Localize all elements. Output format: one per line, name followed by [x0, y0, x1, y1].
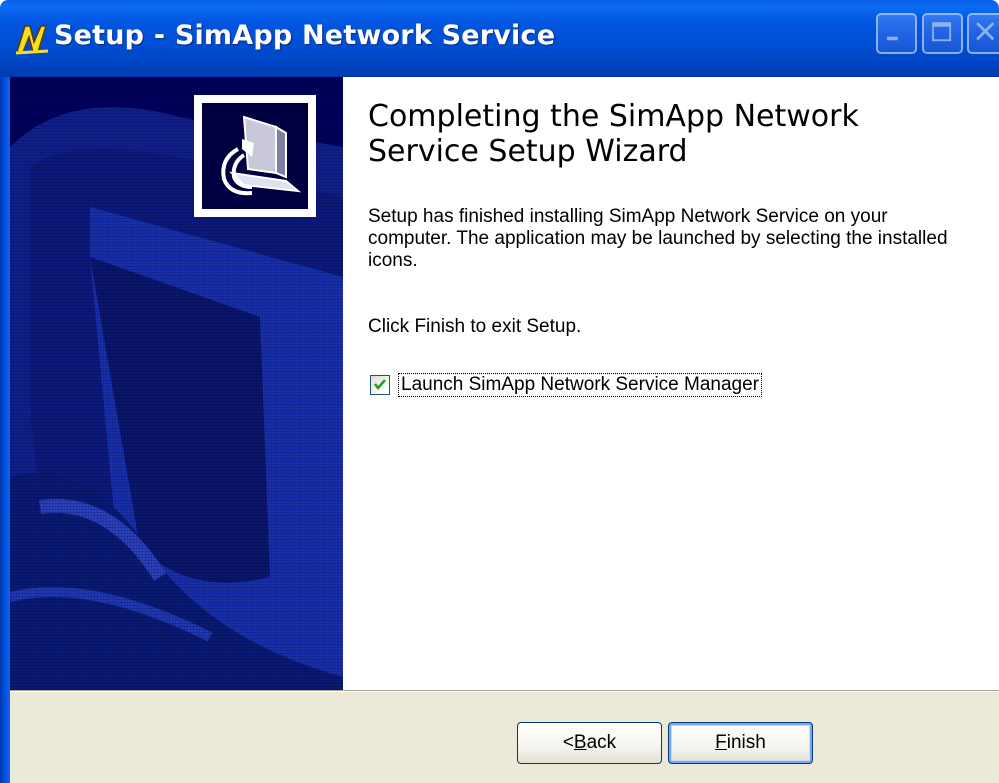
finish-button-mnemonic: F — [715, 732, 727, 753]
launch-manager-checkbox[interactable] — [370, 375, 390, 395]
wizard-content: Completing the SimApp Network Service Se… — [343, 77, 999, 690]
back-button[interactable]: < Back — [517, 722, 662, 764]
button-bar: < Back Finish — [10, 692, 999, 783]
window-title: Setup - SimApp Network Service — [54, 20, 556, 51]
back-button-mnemonic: B — [573, 732, 587, 753]
page-title-line-1: Completing the SimApp Network — [368, 99, 859, 134]
back-button-prefix: < — [562, 732, 574, 753]
setup-computer-icon — [194, 95, 316, 217]
close-icon — [976, 22, 995, 41]
page-title-line-2: Service Setup Wizard — [368, 134, 688, 169]
title-bar[interactable]: Setup - SimApp Network Service — [0, 0, 999, 77]
finish-button[interactable]: Finish — [668, 722, 813, 764]
minimize-button[interactable] — [876, 13, 917, 54]
minimize-icon — [887, 36, 898, 41]
finish-button-rest: inish — [726, 732, 766, 753]
app-logo-icon — [15, 25, 49, 55]
page-title: Completing the SimApp Network Service Se… — [368, 99, 978, 169]
maximize-icon — [932, 22, 952, 42]
launch-manager-option[interactable]: Launch SimApp Network Service Manager — [370, 372, 763, 398]
finished-message: Setup has finished installing SimApp Net… — [368, 206, 948, 271]
window-frame-left — [0, 77, 10, 783]
setup-wizard-window: Setup - SimApp Network Service Completin… — [0, 0, 999, 783]
back-button-rest: ack — [586, 732, 617, 753]
exit-instruction: Click Finish to exit Setup. — [368, 316, 582, 337]
wizard-banner — [10, 77, 343, 690]
checkmark-icon — [374, 379, 386, 390]
close-button[interactable] — [967, 13, 999, 54]
launch-manager-label[interactable]: Launch SimApp Network Service Manager — [397, 373, 763, 397]
maximize-button[interactable] — [922, 13, 963, 54]
